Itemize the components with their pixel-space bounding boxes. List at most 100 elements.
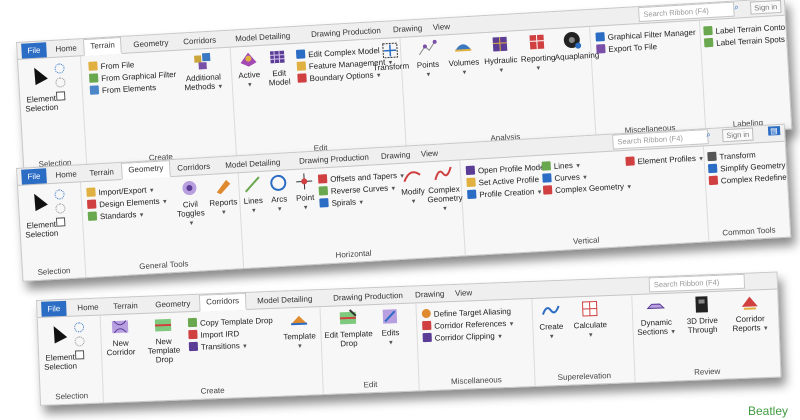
- edits-button[interactable]: Edits ▼: [378, 306, 404, 349]
- new-corridor-button[interactable]: New Corridor: [102, 316, 140, 357]
- element-profiles-button[interactable]: Element Profiles ▼: [625, 152, 704, 168]
- tab-home[interactable]: Home: [49, 167, 83, 182]
- search-icon[interactable]: ⌕: [734, 2, 739, 12]
- dropdown-arrow-icon: ▼: [496, 334, 504, 341]
- transitions-button[interactable]: Transitions ▼: [188, 340, 248, 354]
- modify-button[interactable]: Modify ▼: [398, 164, 428, 208]
- copy-template-drop-button[interactable]: Copy Template Drop: [187, 315, 273, 329]
- dropdown-arrow-icon: ▼: [461, 70, 468, 77]
- element-selection-icon: [27, 190, 48, 212]
- new-template-drop-label: New Template Drop: [147, 336, 181, 365]
- complex-redefine-label: Complex Redefine: [720, 172, 787, 186]
- apps-icon[interactable]: ▤: [767, 125, 780, 136]
- import-ird-label: Import IRD: [200, 329, 240, 340]
- calculate-button[interactable]: Calculate ▼: [569, 298, 611, 342]
- create-superelevation-button[interactable]: Create ▼: [535, 300, 567, 343]
- arcs-button[interactable]: Arcs ▼: [266, 172, 292, 215]
- corridor-reports-button[interactable]: Corridor Reports ▼: [727, 292, 773, 336]
- selection-circle-icon[interactable]: [54, 189, 65, 203]
- standards-button[interactable]: Standards ▼: [87, 209, 145, 224]
- 3d-drive-through-button[interactable]: 3D Drive Through: [679, 294, 725, 336]
- tab-corridors[interactable]: Corridors: [171, 159, 217, 175]
- element-selection-button[interactable]: Element Selection: [24, 94, 59, 114]
- tab-geometry[interactable]: Geometry: [149, 297, 197, 312]
- edit-model-button[interactable]: Edit Model: [264, 46, 294, 88]
- tab-model-detailing[interactable]: Model Detailing: [229, 29, 297, 46]
- new-corridor-icon: [111, 320, 129, 334]
- complex-redefine-icon: [708, 175, 719, 186]
- corridor-clipping-button[interactable]: Corridor Clipping ▼: [422, 330, 504, 345]
- dynamic-sections-button[interactable]: Dynamic Sections ▼: [635, 295, 677, 339]
- filter-icon: [88, 73, 99, 83]
- reports-button[interactable]: Reports ▼: [208, 175, 238, 219]
- dropdown-arrow-icon: ▼: [387, 340, 395, 347]
- tab-file[interactable]: File: [21, 168, 47, 185]
- vertical-lines-icon: [541, 161, 552, 171]
- dropdown-arrow-icon: ▼: [535, 65, 542, 73]
- tab-terrain[interactable]: Terrain: [107, 299, 144, 313]
- from-elements-label: From Elements: [101, 83, 157, 96]
- export-to-file-button[interactable]: Export To File: [596, 41, 657, 55]
- point-button[interactable]: Point ▼: [292, 171, 318, 214]
- civil-toggles-button[interactable]: Civil Toggles ▼: [174, 177, 207, 230]
- selection-circle-icon[interactable]: [54, 63, 65, 77]
- template-button[interactable]: Template ▼: [280, 309, 320, 352]
- additional-methods-button[interactable]: Additional Methods ▼: [180, 50, 226, 94]
- tab-file[interactable]: File: [21, 42, 47, 59]
- search-ribbon-input[interactable]: Search Ribbon (F4): [648, 273, 746, 293]
- tab-terrain[interactable]: Terrain: [83, 165, 120, 180]
- new-template-drop-button[interactable]: New Template Drop: [140, 314, 188, 365]
- dropdown-arrow-icon: ▼: [390, 186, 397, 193]
- lines-button[interactable]: Lines ▼: [240, 174, 266, 217]
- tab-view[interactable]: View: [449, 286, 479, 300]
- selection-dotted-circle-icon[interactable]: [55, 203, 66, 217]
- spirals-icon: [319, 198, 329, 208]
- edits-icon: [382, 309, 398, 324]
- points-button[interactable]: Points ▼: [411, 38, 443, 82]
- tab-view[interactable]: View: [426, 20, 456, 35]
- complex-geometry-button[interactable]: Complex Geometry ▼: [425, 162, 463, 215]
- label-spots-icon: [703, 37, 714, 48]
- hydraulic-button[interactable]: Hydraulic ▼: [481, 33, 519, 77]
- selection-circle-icon[interactable]: [73, 322, 85, 335]
- selection-dotted-circle-icon[interactable]: [55, 77, 66, 91]
- additional-methods-icon: [194, 52, 211, 70]
- additional-methods-label: Additional Methods: [184, 72, 222, 93]
- vertical-lines-label: Lines: [553, 160, 574, 172]
- volumes-button[interactable]: Volumes ▼: [445, 35, 481, 79]
- element-selection-button[interactable]: Element Selection: [24, 220, 59, 240]
- active-button[interactable]: Active ▼: [234, 48, 264, 92]
- element-selection-button[interactable]: Element Selection: [43, 352, 78, 372]
- template-label: Template: [283, 331, 316, 342]
- sign-in-button[interactable]: Sign in: [721, 127, 754, 143]
- tab-corridors[interactable]: Corridors: [177, 33, 223, 49]
- tab-model-detailing[interactable]: Model Detailing: [251, 292, 319, 308]
- transform-button[interactable]: Transform: [370, 39, 412, 72]
- tab-view[interactable]: View: [415, 146, 445, 161]
- tab-corridors[interactable]: Corridors: [198, 292, 247, 312]
- transform-icon: [382, 42, 399, 59]
- tab-drawing-production[interactable]: Drawing Production: [327, 289, 409, 305]
- from-elements-button[interactable]: From Elements: [89, 82, 157, 97]
- lines-icon: [245, 176, 260, 193]
- spirals-button[interactable]: Spirals ▼: [319, 196, 364, 211]
- edit-template-drop-button[interactable]: Edit Template Drop: [322, 307, 375, 349]
- search-icon[interactable]: ⌕: [706, 130, 711, 140]
- sign-in-button[interactable]: Sign in: [749, 0, 782, 15]
- aquaplaning-button[interactable]: Aquaplaning: [553, 29, 599, 62]
- tab-file[interactable]: File: [41, 300, 67, 317]
- import-ird-button[interactable]: Import IRD: [188, 328, 239, 341]
- reporting-button[interactable]: Reporting ▼: [519, 31, 556, 75]
- tab-drawing[interactable]: Drawing: [375, 148, 417, 163]
- selection-dotted-circle-icon[interactable]: [74, 336, 85, 349]
- tab-home[interactable]: Home: [71, 300, 105, 314]
- tab-drawing[interactable]: Drawing: [409, 287, 451, 302]
- tab-home[interactable]: Home: [49, 41, 83, 56]
- tab-drawing[interactable]: Drawing: [387, 21, 429, 36]
- file-icon: [88, 61, 98, 71]
- dropdown-arrow-icon: ▼: [246, 82, 254, 89]
- tab-model-detailing[interactable]: Model Detailing: [219, 155, 287, 172]
- profile-model-icon: [465, 165, 476, 176]
- active-profile-icon: [466, 177, 476, 188]
- tab-geometry[interactable]: Geometry: [127, 36, 175, 52]
